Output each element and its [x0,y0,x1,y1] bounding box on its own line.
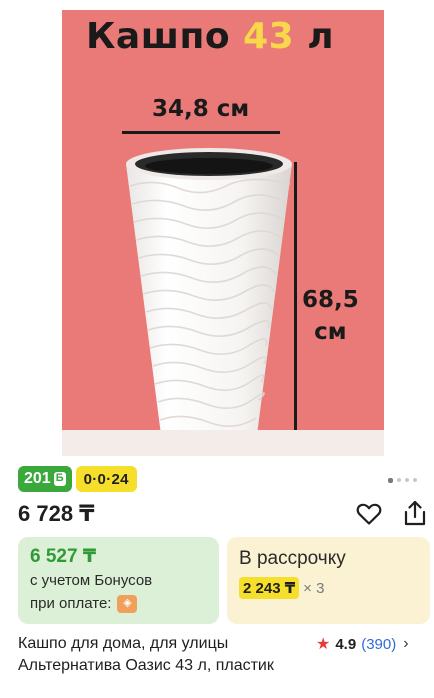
bonus-price-card[interactable]: 6 527 ₸ с учетом Бонусов при оплате: ◈ [18,537,219,624]
badges-row: 201 Б 0·0·24 [18,466,137,492]
bonus-coin-icon: Б [53,472,66,486]
bonus-badge-value: 201 [24,470,51,487]
installment-row: 2 243 ₸ × 3 [239,577,418,599]
product-title: Кашпо для дома, для улицы Альтернатива О… [18,635,274,674]
installment-title: В рассрочку [239,548,346,569]
bonus-badge: 201 Б [18,466,72,492]
height-unit: см [314,319,347,345]
star-icon: ★ [316,636,331,653]
height-dimension-label: 68,5 см [302,284,359,348]
bonus-payment-label: при оплате: [30,595,112,612]
installment-badge: 0·0·24 [75,466,137,492]
pager-dot[interactable] [388,477,393,483]
pager-dot[interactable] [405,478,409,482]
product-photo: Кашпо 43 л 34,8 см 68,5 см [62,10,384,456]
photo-floor [62,430,384,456]
carousel-pager[interactable] [388,477,417,483]
installment-multiplier: × 3 [303,579,325,597]
bonus-price: 6 527 ₸ [30,546,97,567]
photo-title: Кашпо 43 л [86,16,334,57]
photo-title-volume: 43 [243,16,295,57]
installment-monthly: 2 243 ₸ [239,577,300,599]
height-dimension-line [294,162,297,456]
product-price: 6 728 ₸ [18,501,95,526]
rating-value: 4.9 [335,635,357,653]
rating-link[interactable]: ★ 4.9 (390) › [316,634,409,654]
width-dimension-line [122,131,280,134]
installment-card[interactable]: В рассрочку 2 243 ₸ × 3 [227,537,430,624]
kaspi-logo-icon: ◈ [117,594,138,613]
share-icon[interactable] [402,499,428,527]
photo-title-unit: л [307,16,335,57]
pager-dot[interactable] [397,478,401,482]
planter-illustration [126,148,292,456]
width-dimension-label: 34,8 см [152,96,250,122]
pager-dot[interactable] [413,478,417,482]
product-image-carousel[interactable]: Кашпо 43 л 34,8 см 68,5 см [0,0,434,483]
photo-title-prefix: Кашпо [86,16,231,57]
bonus-payment-row: при оплате: ◈ [30,592,207,615]
chevron-right-icon: › [403,635,409,652]
review-count[interactable]: (390) [361,636,396,653]
bonus-price-note: с учетом Бонусов [30,572,153,589]
height-value: 68,5 [302,287,359,313]
heart-icon[interactable] [356,502,382,526]
